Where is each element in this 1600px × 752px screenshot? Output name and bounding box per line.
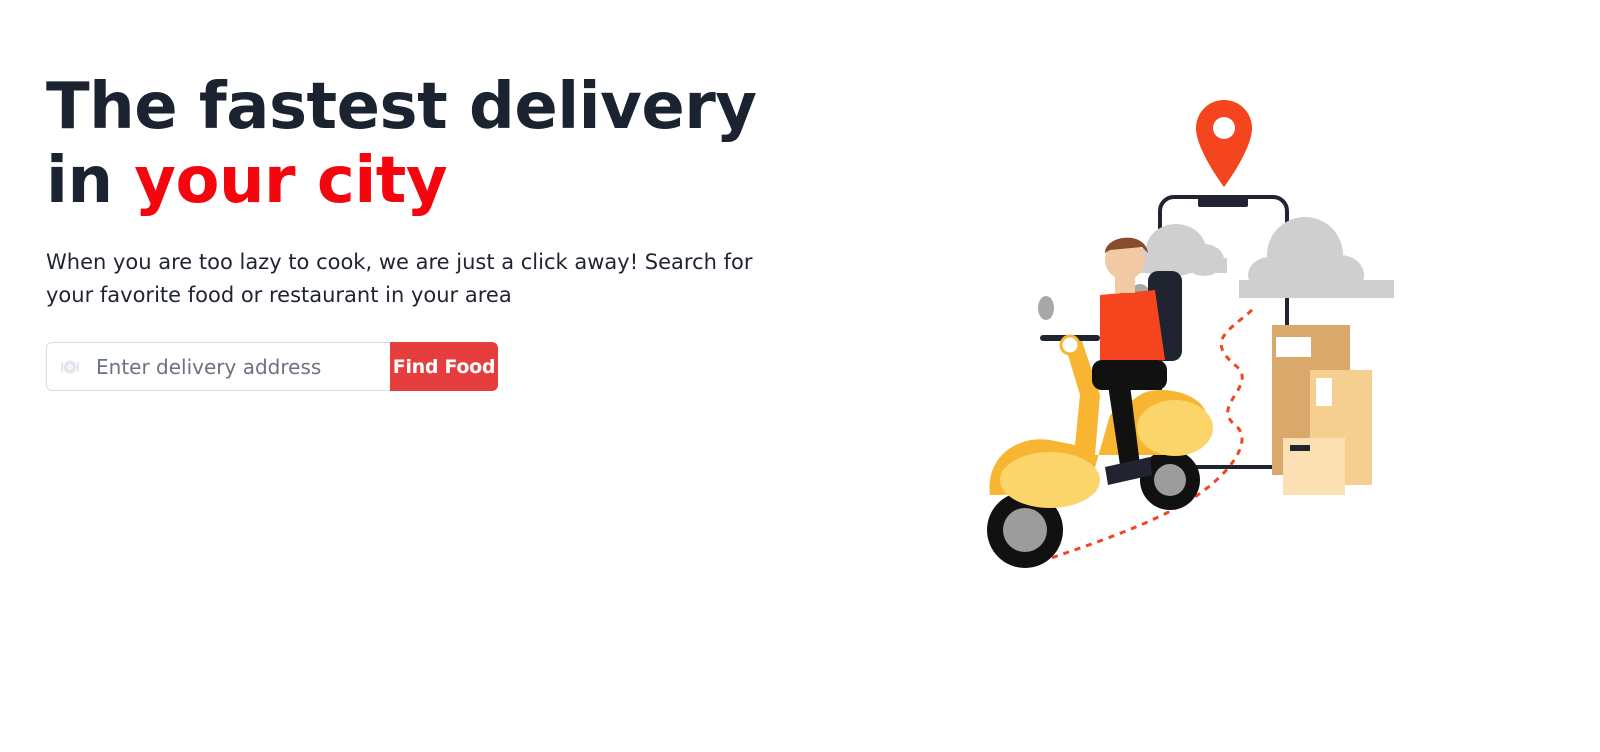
- delivery-illustration-svg: [987, 100, 1394, 568]
- landing-page: The fastest delivery in your city When yo…: [0, 0, 1600, 752]
- hero-section: The fastest delivery in your city When yo…: [46, 70, 826, 312]
- address-field-wrapper[interactable]: [46, 342, 390, 391]
- headline-prefix: in: [46, 144, 135, 218]
- address-search-form: Find Food: [46, 342, 498, 391]
- parcel-boxes-icon: [1272, 325, 1372, 495]
- plate-icon: [61, 358, 79, 376]
- delivery-address-input[interactable]: [96, 354, 376, 379]
- hero-subtext: When you are too lazy to cook, we are ju…: [46, 250, 753, 307]
- hero-headline: The fastest delivery in your city: [46, 70, 826, 218]
- cloud-right-icon: [1239, 217, 1394, 298]
- headline-line1: The fastest delivery: [46, 70, 757, 144]
- find-food-button[interactable]: Find Food: [390, 342, 498, 391]
- phone-notch: [1198, 197, 1248, 207]
- location-pin-icon: [1196, 100, 1252, 187]
- delivery-scooter-illustration: [980, 95, 1400, 575]
- cloud-left-icon: [1130, 224, 1227, 276]
- headline-accent: your city: [134, 144, 448, 218]
